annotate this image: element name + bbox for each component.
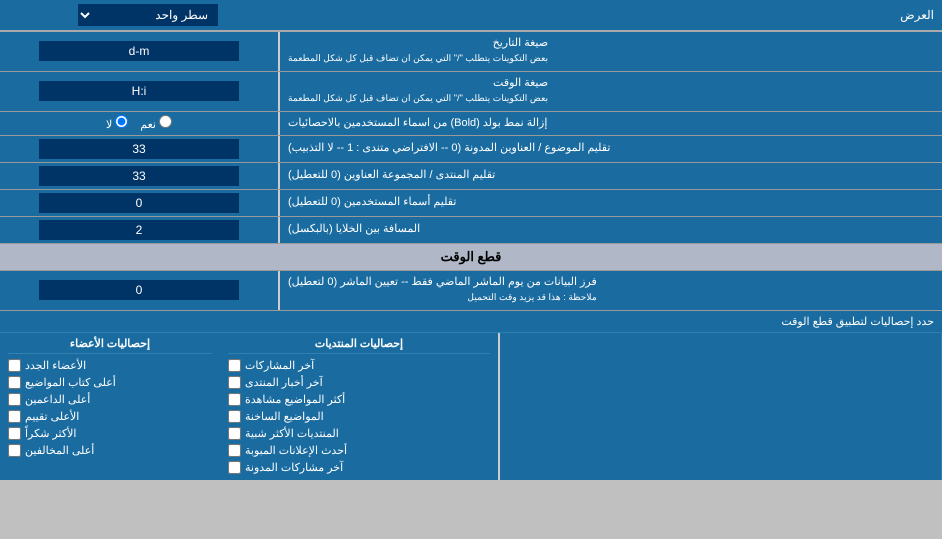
bold-radio-yes[interactable]: [159, 115, 172, 128]
checkbox-popular-forums[interactable]: [228, 427, 241, 440]
topics-trim-label: تقليم الموضوع / العناوين المدونة (0 -- ا…: [280, 136, 942, 162]
date-format-control: [0, 32, 280, 71]
checkbox-hot-topics[interactable]: [228, 410, 241, 423]
topics-trim-row: تقليم الموضوع / العناوين المدونة (0 -- ا…: [0, 136, 942, 163]
cutoff-input[interactable]: [39, 280, 239, 300]
forum-trim-label-text: تقليم المنتدى / المجموعة العناوين (0 للت…: [288, 168, 495, 183]
stats-header-text: حدد إحصاليات لتطبيق قطع الوقت: [781, 316, 934, 328]
checkbox-last-posts[interactable]: [228, 359, 241, 372]
cutoff-label: فرز البيانات من يوم الماشر الماضي فقط --…: [280, 271, 942, 310]
bold-remove-control: نعم لا: [0, 112, 280, 135]
time-format-control: [0, 72, 280, 111]
stats-col2: إحصاليات الأعضاء الأعضاء الجدد أعلى كتاب…: [0, 333, 220, 480]
cutoff-label-text: فرز البيانات من يوم الماشر الماضي فقط --…: [288, 275, 597, 306]
stats-col1-items: آخر المشاركات آخر أخبار المنتدى أكثر الم…: [228, 357, 490, 476]
cell-spacing-row: المسافة بين الخلايا (بالبكسل): [0, 217, 942, 244]
users-trim-control: [0, 190, 280, 216]
header-label: العرض: [288, 8, 934, 22]
stats-col2-header: إحصاليات الأعضاء: [8, 337, 212, 354]
stats-item: آخر المشاركات: [228, 357, 490, 374]
stats-item: الأعلى تقييم: [8, 408, 212, 425]
checkbox-new-members[interactable]: [8, 359, 21, 372]
bold-remove-row: إزالة نمط بولد (Bold) من اسماء المستخدمي…: [0, 112, 942, 136]
date-format-label: صيغة التاريخ بعض التكوينات يتطلب "/" الت…: [280, 32, 942, 71]
stats-col1: إحصاليات المنتديات آخر المشاركات آخر أخب…: [220, 333, 500, 480]
checkbox-latest-ads[interactable]: [228, 444, 241, 457]
stats-item: الأكثر شكراً: [8, 425, 212, 442]
checkbox-forum-news[interactable]: [228, 376, 241, 389]
cutoff-title: قطع الوقت: [441, 249, 502, 264]
stats-col2-items: الأعضاء الجدد أعلى كتاب المواضيع أعلى ال…: [8, 357, 212, 459]
main-container: العرض سطر واحد سطران ثلاثة أسطر صيغة الت…: [0, 0, 942, 480]
topics-trim-label-text: تقليم الموضوع / العناوين المدونة (0 -- ا…: [288, 141, 610, 156]
stats-header-container: حدد إحصاليات لتطبيق قطع الوقت: [0, 311, 942, 333]
time-format-label: صيغة الوقت بعض التكوينات يتطلب "/" التي …: [280, 72, 942, 111]
cutoff-row: فرز البيانات من يوم الماشر الماضي فقط --…: [0, 271, 942, 311]
date-format-input[interactable]: [39, 41, 239, 61]
checkbox-top-rated[interactable]: [8, 410, 21, 423]
checkbox-most-viewed[interactable]: [228, 393, 241, 406]
stats-item: آخر أخبار المنتدى: [228, 374, 490, 391]
forum-trim-row: تقليم المنتدى / المجموعة العناوين (0 للت…: [0, 163, 942, 190]
stats-header-label: حدد إحصاليات لتطبيق قطع الوقت: [8, 315, 934, 328]
users-trim-row: تقليم أسماء المستخدمين (0 للتعطيل): [0, 190, 942, 217]
bold-remove-label: إزالة نمط بولد (Bold) من اسماء المستخدمي…: [280, 112, 942, 135]
header-control: سطر واحد سطران ثلاثة أسطر: [8, 4, 288, 26]
stats-item: أعلى المخالفين: [8, 442, 212, 459]
topics-trim-control: [0, 136, 280, 162]
checkbox-top-writers[interactable]: [8, 376, 21, 389]
topics-trim-input[interactable]: [39, 139, 239, 159]
stats-item: أحدث الإعلانات المبوبة: [228, 442, 490, 459]
stats-section: حدد إحصاليات لتطبيق قطع الوقت إحصاليات ا…: [0, 311, 942, 480]
cell-spacing-input[interactable]: [39, 220, 239, 240]
checkbox-top-violators[interactable]: [8, 444, 21, 457]
users-trim-label-text: تقليم أسماء المستخدمين (0 للتعطيل): [288, 195, 456, 210]
bold-radio-yes-label[interactable]: نعم: [140, 115, 172, 131]
time-format-row: صيغة الوقت بعض التكوينات يتطلب "/" التي …: [0, 72, 942, 112]
date-format-row: صيغة التاريخ بعض التكوينات يتطلب "/" الت…: [0, 32, 942, 72]
date-format-label-text: صيغة التاريخ بعض التكوينات يتطلب "/" الت…: [288, 36, 548, 67]
users-trim-label: تقليم أسماء المستخدمين (0 للتعطيل): [280, 190, 942, 216]
stats-item: أكثر المواضيع مشاهدة: [228, 391, 490, 408]
stats-columns: إحصاليات المنتديات آخر المشاركات آخر أخب…: [0, 333, 942, 480]
users-trim-input[interactable]: [39, 193, 239, 213]
checkbox-top-supporters[interactable]: [8, 393, 21, 406]
stats-item: المنتديات الأكثر شبية: [228, 425, 490, 442]
stats-item: أعلى كتاب المواضيع: [8, 374, 212, 391]
header-row: العرض سطر واحد سطران ثلاثة أسطر: [0, 0, 942, 32]
display-select[interactable]: سطر واحد سطران ثلاثة أسطر: [78, 4, 218, 26]
cell-spacing-label-text: المسافة بين الخلايا (بالبكسل): [288, 222, 420, 237]
stats-left-spacer: [500, 333, 942, 480]
header-title: العرض: [900, 8, 934, 22]
cell-spacing-label: المسافة بين الخلايا (بالبكسل): [280, 217, 942, 243]
cutoff-control: [0, 271, 280, 310]
bold-radio-group: نعم لا: [106, 115, 172, 131]
bold-radio-no[interactable]: [115, 115, 128, 128]
forum-trim-label: تقليم المنتدى / المجموعة العناوين (0 للت…: [280, 163, 942, 189]
stats-item: أعلى الداعمين: [8, 391, 212, 408]
stats-item: آخر مشاركات المدونة: [228, 459, 490, 476]
forum-trim-input[interactable]: [39, 166, 239, 186]
stats-item: المواضيع الساخنة: [228, 408, 490, 425]
time-format-label-text: صيغة الوقت بعض التكوينات يتطلب "/" التي …: [288, 76, 548, 107]
checkbox-blog-posts[interactable]: [228, 461, 241, 474]
forum-trim-control: [0, 163, 280, 189]
bold-remove-label-text: إزالة نمط بولد (Bold) من اسماء المستخدمي…: [288, 116, 547, 131]
bold-radio-no-label[interactable]: لا: [106, 115, 128, 131]
stats-item: الأعضاء الجدد: [8, 357, 212, 374]
checkbox-most-thanked[interactable]: [8, 427, 21, 440]
cell-spacing-control: [0, 217, 280, 243]
cutoff-section-header: قطع الوقت: [0, 244, 942, 271]
time-format-input[interactable]: [39, 81, 239, 101]
stats-col1-header: إحصاليات المنتديات: [228, 337, 490, 354]
